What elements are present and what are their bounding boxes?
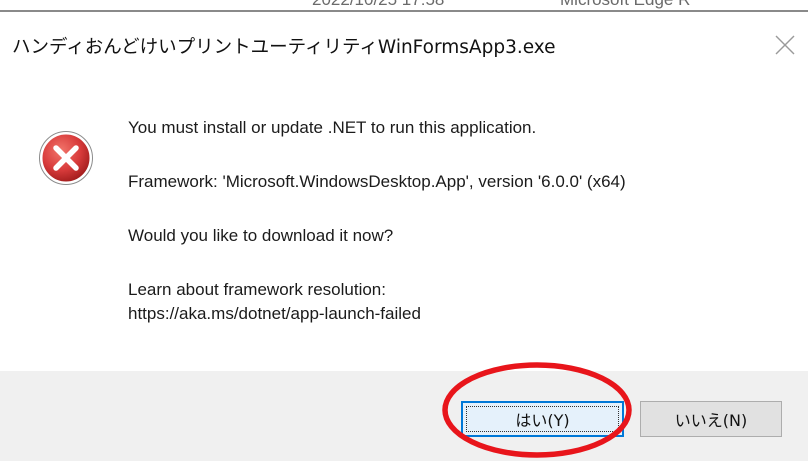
close-button[interactable]: [766, 26, 804, 64]
background-date-text: 2022/10/25 17:58: [312, 0, 444, 10]
message-line-framework: Framework: 'Microsoft.WindowsDesktop.App…: [128, 172, 626, 191]
close-icon: [775, 35, 795, 55]
no-button-label: いいえ(N): [674, 411, 748, 430]
dialog-titlebar: ハンディおんどけいプリントユーティリティWinFormsApp3.exe: [0, 12, 808, 76]
background-window-strip: 2022/10/25 17:58 Microsoft Edge R: [0, 0, 808, 12]
message-line-url: https://aka.ms/dotnet/app-launch-failed: [128, 304, 421, 323]
message-line-install: You must install or update .NET to run t…: [128, 118, 537, 137]
dialog-title: ハンディおんどけいプリントユーティリティWinFormsApp3.exe: [12, 37, 556, 58]
dialog-button-bar: はい(Y) いいえ(N): [0, 371, 808, 461]
yes-button[interactable]: はい(Y): [461, 401, 624, 437]
error-icon: [39, 131, 93, 185]
no-button[interactable]: いいえ(N): [640, 401, 782, 437]
dialog-content: You must install or update .NET to run t…: [0, 76, 808, 362]
background-app-text: Microsoft Edge R: [560, 0, 690, 10]
message-box-dialog: ハンディおんどけいプリントユーティリティWinFormsApp3.exe You…: [0, 12, 808, 461]
message-line-download-prompt: Would you like to download it now?: [128, 226, 394, 245]
message-line-learn-more: Learn about framework resolution:: [128, 280, 386, 299]
screenshot: 2022/10/25 17:58 Microsoft Edge R ハンディおん…: [0, 0, 808, 461]
focus-rectangle: [466, 406, 619, 432]
